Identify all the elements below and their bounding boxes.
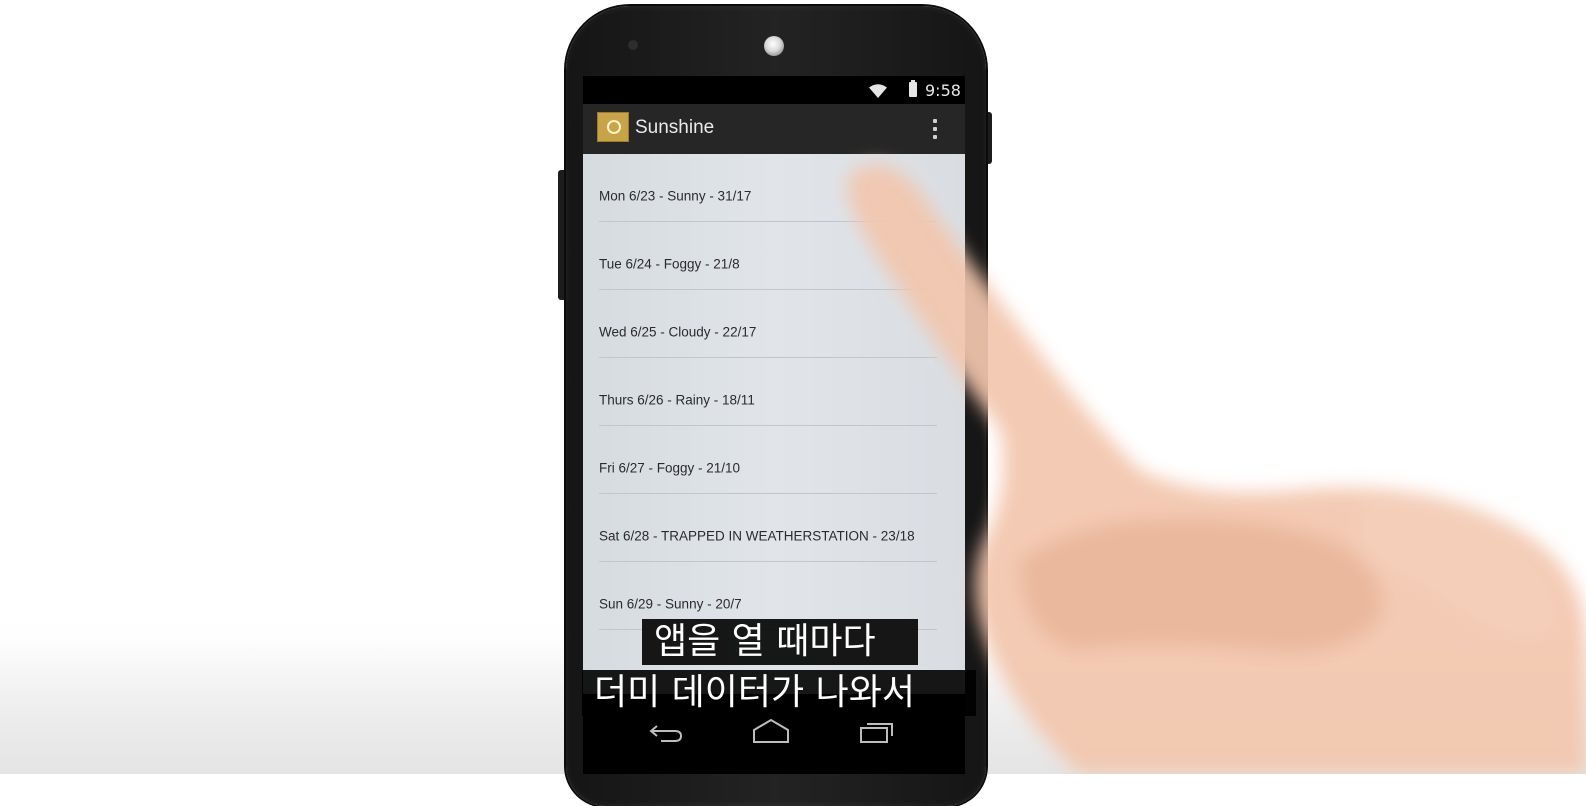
sunshine-app-icon[interactable] xyxy=(597,112,629,142)
back-icon[interactable] xyxy=(649,722,683,742)
battery-icon xyxy=(909,80,917,97)
list-item[interactable]: Fri 6/27 - Foggy - 21/10 xyxy=(599,426,937,494)
recents-icon[interactable] xyxy=(859,720,895,744)
subtitle-line-1: 앱을 열 때마다 xyxy=(642,619,918,665)
forecast-label: Sun 6/29 - Sunny - 20/7 xyxy=(599,596,742,612)
wifi-icon xyxy=(869,84,887,98)
forecast-label: Wed 6/25 - Cloudy - 22/17 xyxy=(599,324,757,340)
video-frame: 9:58 Sunshine Mon 6/23 - Sunny - 31/17 T… xyxy=(0,0,1586,806)
forecast-label: Sat 6/28 - TRAPPED IN WEATHERSTATION - 2… xyxy=(599,528,915,544)
action-bar: Sunshine xyxy=(583,104,965,154)
sun-icon xyxy=(607,120,621,134)
app-title: Sunshine xyxy=(635,117,715,138)
power-button xyxy=(986,112,992,164)
list-item[interactable]: Mon 6/23 - Sunny - 31/17 xyxy=(599,154,937,222)
forecast-label: Thurs 6/26 - Rainy - 18/11 xyxy=(599,392,755,408)
forecast-label: Tue 6/24 - Foggy - 21/8 xyxy=(599,256,740,272)
list-item[interactable]: Tue 6/24 - Foggy - 21/8 xyxy=(599,222,937,290)
overflow-menu-icon[interactable] xyxy=(927,118,943,142)
list-item[interactable]: Sat 6/28 - TRAPPED IN WEATHERSTATION - 2… xyxy=(599,494,937,562)
volume-button xyxy=(558,170,566,300)
light-sensor xyxy=(764,36,784,56)
list-item[interactable]: Wed 6/25 - Cloudy - 22/17 xyxy=(599,290,937,358)
status-clock: 9:58 xyxy=(925,81,961,100)
status-bar: 9:58 xyxy=(583,76,965,104)
subtitle-line-2: 더미 데이터가 나와서 xyxy=(582,670,976,716)
home-icon[interactable] xyxy=(751,718,791,744)
list-item[interactable]: Thurs 6/26 - Rainy - 18/11 xyxy=(599,358,937,426)
forecast-label: Mon 6/23 - Sunny - 31/17 xyxy=(599,188,752,204)
front-camera xyxy=(628,40,638,50)
forecast-label: Fri 6/27 - Foggy - 21/10 xyxy=(599,460,741,476)
